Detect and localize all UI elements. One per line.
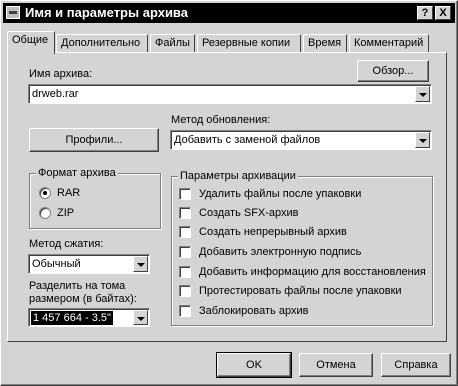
archive-name-dropdown-icon[interactable] — [415, 86, 430, 102]
digital-signature-label: Добавить электронную подпись — [199, 246, 362, 258]
split-label-line1: Разделить на тома — [29, 280, 126, 292]
update-method-value: Добавить с заменой файлов — [174, 134, 321, 146]
help-title-button[interactable]: ? — [417, 6, 433, 20]
delete-files-label: Удалить файлы после упаковки — [199, 188, 362, 200]
ok-button[interactable]: OK — [216, 352, 292, 378]
lock-archive-checkbox[interactable] — [179, 305, 191, 317]
format-group-label: Формат архива — [36, 167, 118, 180]
update-method-select[interactable]: Добавить с заменой файлов — [170, 130, 432, 150]
split-volume-value: 1 457 664 - 3.5" — [31, 311, 113, 325]
test-files-checkbox[interactable] — [179, 285, 191, 297]
compression-dropdown-icon[interactable] — [133, 256, 148, 272]
tab-files[interactable]: Файлы — [150, 34, 195, 52]
split-label-line2: размером (в байтах): — [29, 293, 137, 305]
create-sfx-label: Создать SFX-архив — [199, 207, 299, 219]
title-bar: Имя и параметры архива ? X — [3, 3, 455, 23]
compression-value: Обычный — [32, 258, 81, 270]
format-rar-radio[interactable] — [39, 187, 51, 199]
solid-archive-label: Создать непрерывный архив — [199, 226, 347, 238]
archive-dialog: Имя и параметры архива ? X Общие Дополни… — [0, 0, 458, 386]
solid-archive-checkbox[interactable] — [179, 226, 191, 238]
test-files-label: Протестировать файлы после упаковки — [199, 285, 402, 297]
recovery-record-checkbox[interactable] — [179, 266, 191, 278]
options-group-label: Параметры архивации — [178, 170, 298, 183]
format-group: Формат архива — [29, 167, 161, 229]
split-volume-dropdown-icon[interactable] — [133, 310, 148, 325]
tab-comment[interactable]: Комментарий — [349, 34, 429, 52]
tab-time[interactable]: Время — [303, 34, 347, 52]
tab-general[interactable]: Общие — [7, 31, 55, 54]
archive-name-label: Имя архива: — [29, 68, 93, 80]
delete-files-checkbox[interactable] — [179, 188, 191, 200]
update-method-dropdown-icon[interactable] — [415, 132, 430, 148]
window-title: Имя и параметры архива — [25, 5, 188, 20]
cancel-button[interactable]: Отмена — [299, 353, 373, 377]
compression-label: Метод сжатия: — [29, 238, 104, 250]
digital-signature-checkbox[interactable] — [179, 246, 191, 258]
profiles-button[interactable]: Профили... — [29, 128, 159, 152]
update-method-label: Метод обновления: — [171, 114, 271, 126]
format-rar-label: RAR — [57, 187, 81, 199]
close-button[interactable]: X — [435, 6, 451, 20]
format-zip-radio[interactable] — [39, 207, 51, 219]
help-button[interactable]: Справка — [381, 353, 451, 377]
tab-advanced[interactable]: Дополнительно — [56, 34, 148, 52]
browse-button[interactable]: Обзор... — [357, 60, 429, 82]
tab-backup[interactable]: Резервные копии — [197, 34, 301, 52]
split-volume-select[interactable]: 1 457 664 - 3.5" — [28, 308, 150, 327]
recovery-record-label: Добавить информацию для восстановления — [199, 266, 426, 278]
format-zip-label: ZIP — [57, 207, 75, 219]
archive-icon — [6, 6, 20, 19]
lock-archive-label: Заблокировать архив — [199, 305, 309, 317]
archive-name-value: drweb.rar — [32, 88, 79, 100]
archive-name-field[interactable]: drweb.rar — [28, 84, 432, 104]
tab-bar: Общие Дополнительно Файлы Резервные копи… — [1, 31, 457, 54]
create-sfx-checkbox[interactable] — [179, 207, 191, 219]
compression-select[interactable]: Обычный — [28, 254, 150, 274]
